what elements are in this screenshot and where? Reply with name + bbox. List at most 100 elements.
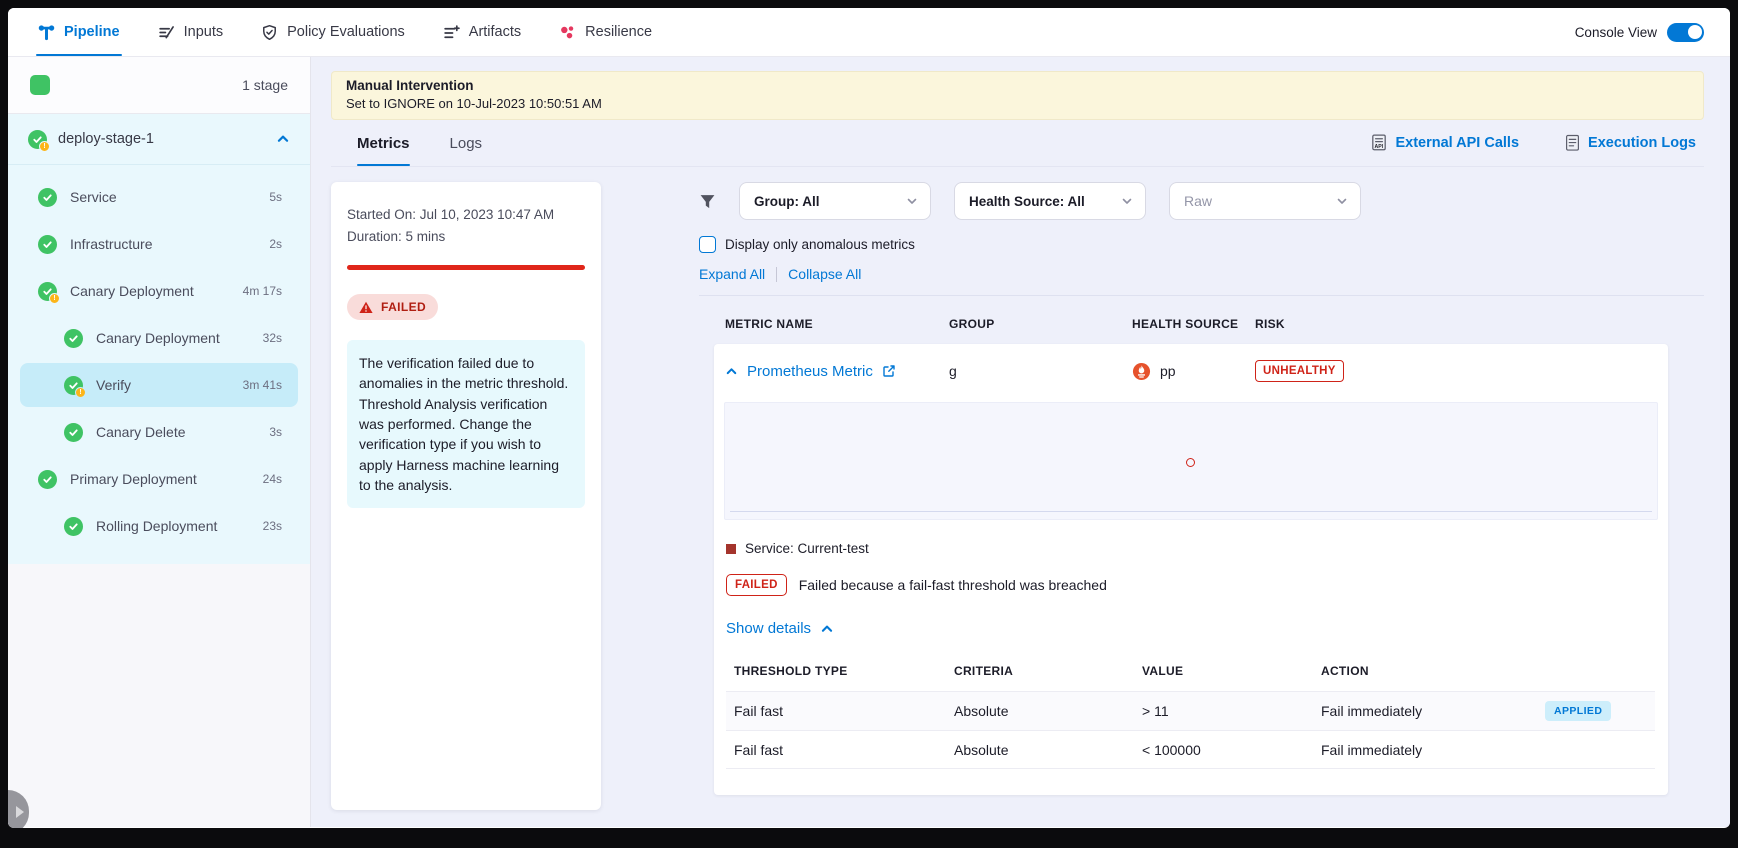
step-duration: 3s: [269, 425, 282, 439]
success-check-icon: [64, 329, 83, 348]
started-on-label: Started On: Jul 10, 2023 10:47 AM: [347, 204, 585, 226]
criteria-cell: Absolute: [954, 742, 1142, 758]
execution-logs-link[interactable]: Execution Logs: [1565, 134, 1696, 152]
threshold-type-cell: Fail fast: [734, 742, 954, 758]
group-filter-select[interactable]: Group: All: [739, 182, 931, 220]
col-health-source: HEALTH SOURCE: [1132, 317, 1255, 331]
sidebar-header: 1 stage: [8, 57, 310, 114]
prometheus-icon: [1132, 362, 1151, 381]
analysis-failed-message: Failed because a fail-fast threshold was…: [799, 577, 1107, 593]
metric-row-card: Prometheus Metric g: [714, 344, 1668, 795]
metric-timeseries-chart[interactable]: [724, 402, 1658, 520]
value-cell: < 100000: [1142, 742, 1321, 758]
legend-label: Service: Current-test: [745, 541, 869, 556]
external-link-icon[interactable]: [882, 364, 896, 378]
failed-progress-bar: [347, 265, 585, 270]
tab-policy-evaluations[interactable]: Policy Evaluations: [261, 8, 405, 56]
anomalous-metrics-checkbox[interactable]: [699, 236, 716, 253]
anomalous-data-point[interactable]: [1186, 458, 1195, 467]
step-row-service[interactable]: Service 5s: [20, 175, 298, 219]
col-value: VALUE: [1142, 664, 1321, 678]
step-row-canary-deployment[interactable]: Canary Deployment 32s: [20, 316, 298, 360]
col-risk: RISK: [1255, 317, 1668, 331]
step-row-rolling-deployment[interactable]: Rolling Deployment 23s: [20, 504, 298, 548]
group-filter-value: Group: All: [754, 194, 820, 209]
collapse-all-link[interactable]: Collapse All: [788, 266, 861, 282]
step-duration: 4m 17s: [243, 284, 282, 298]
tab-metrics[interactable]: Metrics: [357, 120, 410, 166]
chevron-up-icon[interactable]: [276, 132, 290, 146]
step-list: Service 5s Infrastructure 2s ! Canary De…: [8, 165, 310, 548]
step-label: Verify: [96, 377, 131, 393]
execution-logs-label: Execution Logs: [1588, 135, 1696, 151]
tab-inputs[interactable]: Inputs: [158, 8, 224, 56]
col-group: GROUP: [949, 317, 1132, 331]
stage-status-square: [30, 75, 50, 95]
step-row-primary-deployment[interactable]: Primary Deployment 24s: [20, 457, 298, 501]
step-duration: 5s: [269, 190, 282, 204]
col-threshold-type: THRESHOLD TYPE: [734, 664, 954, 678]
analysis-failed-badge: FAILED: [726, 574, 787, 596]
expand-collapse-row: Expand All Collapse All: [699, 266, 1704, 282]
metric-name-link[interactable]: Prometheus Metric: [747, 363, 873, 380]
success-check-icon: [38, 188, 57, 207]
success-check-icon: [38, 235, 57, 254]
verification-message: The verification failed due to anomalies…: [347, 340, 585, 508]
external-api-calls-link[interactable]: API External API Calls: [1371, 134, 1519, 152]
applied-badge: APPLIED: [1545, 701, 1611, 721]
chevron-up-icon[interactable]: [725, 365, 738, 378]
banner-message: Set to IGNORE on 10-Jul-2023 10:50:51 AM: [346, 96, 1689, 111]
tab-artifacts[interactable]: Artifacts: [443, 8, 521, 56]
threshold-table: THRESHOLD TYPE CRITERIA VALUE ACTION Fai…: [726, 658, 1655, 769]
raw-filter-select[interactable]: Raw: [1169, 182, 1361, 220]
step-duration: 23s: [263, 519, 282, 533]
warning-dot-icon: !: [75, 387, 86, 398]
tab-resilience-label: Resilience: [585, 24, 652, 40]
chart-x-axis: [730, 511, 1652, 512]
execution-sidebar: 1 stage ! deploy-stage-1 Serv: [8, 57, 311, 827]
action-cell: Fail immediately: [1321, 742, 1545, 758]
failed-status-badge: FAILED: [347, 294, 438, 320]
step-duration: 3m 41s: [243, 378, 282, 392]
success-check-icon: [64, 423, 83, 442]
action-cell: Fail immediately: [1321, 703, 1545, 719]
filter-funnel-icon[interactable]: [699, 193, 716, 210]
tab-policy-evaluations-label: Policy Evaluations: [287, 24, 405, 40]
console-view-toggle[interactable]: [1667, 23, 1704, 42]
filter-row: Group: All Health Source: All Raw: [699, 182, 1704, 220]
legend-swatch: [726, 544, 736, 554]
health-source-filter-select[interactable]: Health Source: All: [954, 182, 1146, 220]
show-details-label: Show details: [726, 620, 811, 637]
inputs-icon: [158, 24, 175, 41]
step-label: Service: [70, 189, 117, 205]
metrics-panel: Group: All Health Source: All Raw: [699, 182, 1704, 795]
success-warning-icon: !: [38, 282, 57, 301]
external-api-calls-label: External API Calls: [1395, 135, 1519, 151]
step-row-infrastructure[interactable]: Infrastructure 2s: [20, 222, 298, 266]
step-label: Canary Delete: [96, 424, 186, 440]
health-source-filter-value: Health Source: All: [969, 194, 1085, 209]
show-details-link[interactable]: Show details: [726, 620, 834, 637]
pipeline-icon: [38, 24, 55, 41]
sidebar-collapse-handle[interactable]: [8, 790, 29, 828]
success-warning-icon: !: [64, 376, 83, 395]
table-row-threshold-1: Fail fast Absolute > 11 Fail immediately…: [726, 691, 1655, 730]
tab-resilience[interactable]: Resilience: [559, 8, 652, 56]
table-row-threshold-2: Fail fast Absolute < 100000 Fail immedia…: [726, 730, 1655, 769]
anomalous-metrics-label: Display only anomalous metrics: [725, 237, 915, 252]
step-row-verify[interactable]: ! Verify 3m 41s: [20, 363, 298, 407]
warning-dot-icon: !: [49, 293, 60, 304]
step-duration: 32s: [263, 331, 282, 345]
step-label: Canary Deployment: [96, 330, 220, 346]
expand-all-link[interactable]: Expand All: [699, 266, 765, 282]
raw-filter-placeholder: Raw: [1184, 193, 1212, 209]
tab-pipeline[interactable]: Pipeline: [38, 8, 120, 56]
step-row-canary-delete[interactable]: Canary Delete 3s: [20, 410, 298, 454]
step-row-canary-deployment-group[interactable]: ! Canary Deployment 4m 17s: [20, 269, 298, 313]
warning-triangle-icon: [359, 301, 373, 314]
stage-row-deploy-stage-1[interactable]: ! deploy-stage-1: [8, 114, 310, 165]
table-row-prometheus-metric[interactable]: Prometheus Metric g: [714, 344, 1668, 398]
step-label: Canary Deployment: [70, 283, 194, 299]
criteria-cell: Absolute: [954, 703, 1142, 719]
tab-logs[interactable]: Logs: [450, 120, 483, 166]
